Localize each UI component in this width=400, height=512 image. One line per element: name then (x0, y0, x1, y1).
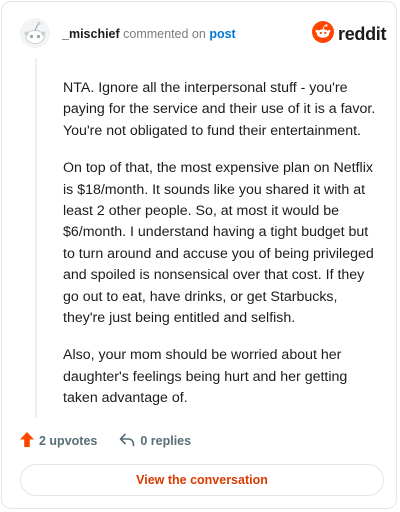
reply-button[interactable]: 0 replies (119, 433, 191, 450)
reddit-logo[interactable]: reddit (312, 20, 387, 48)
upvote-button[interactable]: 2 upvotes (20, 432, 97, 450)
comment-paragraph: On top of that, the most expensive plan … (63, 160, 374, 327)
comment-paragraph: NTA. Ignore all the interpersonal stuff … (63, 80, 376, 139)
reply-count: 0 replies (140, 434, 192, 448)
snoo-avatar-icon[interactable] (20, 18, 50, 48)
post-link[interactable]: post (209, 27, 235, 41)
commented-on-label: commented on (123, 27, 206, 41)
upvote-count: 2 upvotes (39, 434, 98, 448)
upvote-arrow-icon (20, 432, 39, 450)
comment-body: NTA. Ignore all the interpersonal stuff … (63, 78, 383, 426)
reddit-logo-icon (312, 20, 334, 48)
view-conversation-button[interactable]: View the conversation (20, 464, 384, 496)
thread-line (35, 58, 37, 418)
comment-paragraph: Also, your mom should be worried about h… (63, 347, 348, 407)
username[interactable]: _mischief (62, 27, 120, 41)
reply-arrow-icon (119, 433, 140, 450)
comment-card: _mischief commented on post reddit NTA. … (1, 1, 397, 509)
comment-actions: 2 upvotes 0 replies (20, 432, 213, 450)
reddit-logo-text: reddit (338, 23, 387, 44)
comment-header: _mischief commented on post (62, 27, 236, 41)
